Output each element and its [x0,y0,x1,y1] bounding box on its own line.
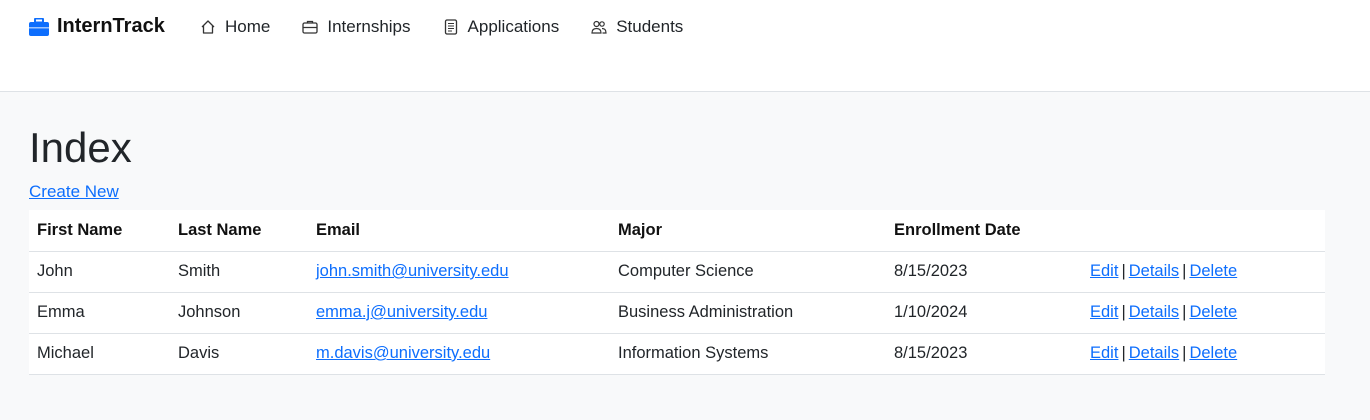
document-icon [444,19,457,35]
cell-major: Information Systems [610,333,886,375]
cell-email: john.smith@university.edu [308,251,610,293]
cell-actions: Edit | Details | Delete [1082,333,1325,375]
table-row: Michael Davis m.davis@university.edu Inf… [29,333,1325,375]
students-table: First Name Last Name Email Major Enrollm… [29,210,1325,375]
email-link[interactable]: m.davis@university.edu [316,344,490,362]
nav-item-label: Applications [467,17,560,36]
nav-menu: Home Internships Applications Students [200,17,715,37]
column-header-first-name: First Name [29,210,170,252]
cell-enrollment-date: 1/10/2024 [886,292,1082,334]
create-new-link[interactable]: Create New [29,182,119,202]
briefcase-icon [29,17,49,36]
action-separator: | [1182,262,1187,280]
cell-actions: Edit | Details | Delete [1082,251,1325,293]
page-title: Index [29,124,132,171]
action-separator: | [1182,303,1187,321]
cell-enrollment-date: 8/15/2023 [886,333,1082,375]
delete-link[interactable]: Delete [1189,262,1237,280]
navbar: InternTrack Home Internships Application… [0,0,1370,92]
delete-link[interactable]: Delete [1189,344,1237,362]
home-icon [201,20,215,34]
action-separator: | [1121,262,1126,280]
cell-first-name: Michael [29,333,170,375]
cell-email: emma.j@university.edu [308,292,610,334]
cell-last-name: Johnson [170,292,308,334]
cell-first-name: John [29,251,170,293]
column-header-actions [1082,210,1325,252]
email-link[interactable]: emma.j@university.edu [316,303,487,321]
action-separator: | [1121,344,1126,362]
edit-link[interactable]: Edit [1090,262,1118,280]
column-header-last-name: Last Name [170,210,308,252]
nav-item-applications[interactable]: Applications [443,17,560,37]
details-link[interactable]: Details [1129,262,1179,280]
cell-last-name: Davis [170,333,308,375]
table-header-row: First Name Last Name Email Major Enrollm… [29,210,1325,252]
cell-major: Business Administration [610,292,886,334]
column-header-enrollment-date: Enrollment Date [886,210,1082,252]
cell-enrollment-date: 8/15/2023 [886,251,1082,293]
brand-link[interactable]: InternTrack [29,15,165,38]
people-icon [591,20,607,34]
nav-item-label: Internships [327,17,411,36]
nav-item-home[interactable]: Home [200,17,270,37]
table-row: Emma Johnson emma.j@university.edu Busin… [29,292,1325,334]
edit-link[interactable]: Edit [1090,303,1118,321]
edit-link[interactable]: Edit [1090,344,1118,362]
details-link[interactable]: Details [1129,344,1179,362]
nav-item-students[interactable]: Students [591,17,683,37]
column-header-major: Major [610,210,886,252]
cell-major: Computer Science [610,251,886,293]
brand-name: InternTrack [57,15,165,37]
cell-email: m.davis@university.edu [308,333,610,375]
table-row: John Smith john.smith@university.edu Com… [29,251,1325,293]
nav-item-label: Home [225,17,271,36]
cell-first-name: Emma [29,292,170,334]
action-separator: | [1121,303,1126,321]
details-link[interactable]: Details [1129,303,1179,321]
email-link[interactable]: john.smith@university.edu [316,262,509,280]
column-header-email: Email [308,210,610,252]
nav-item-internships[interactable]: Internships [302,17,411,37]
briefcase-icon [302,20,319,34]
delete-link[interactable]: Delete [1189,303,1237,321]
cell-last-name: Smith [170,251,308,293]
action-separator: | [1182,344,1187,362]
cell-actions: Edit | Details | Delete [1082,292,1325,334]
nav-item-label: Students [616,17,684,36]
main-content: Index Create New First Name Last Name Em… [29,92,1325,375]
